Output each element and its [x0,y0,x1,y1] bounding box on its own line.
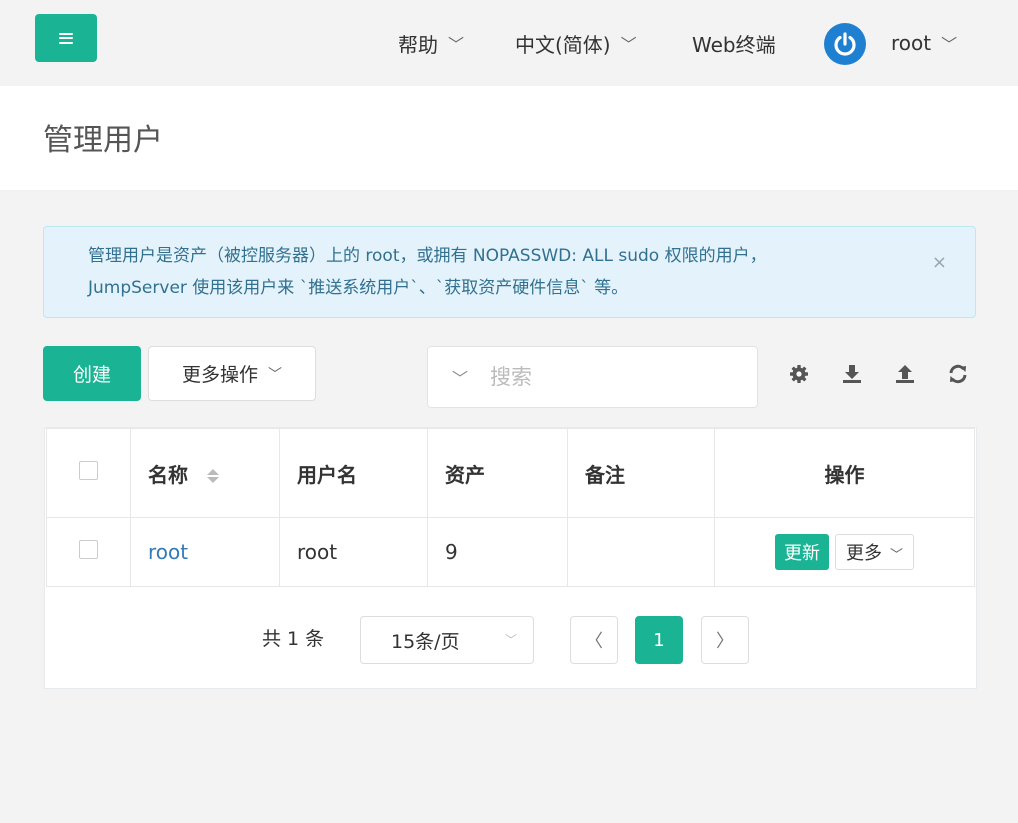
download-icon[interactable] [838,360,866,388]
chevron-down-icon: ﹀ [268,366,282,383]
update-button[interactable]: 更新 [774,534,829,570]
header-username: 用户名 [279,428,428,518]
gear-icon[interactable] [785,360,813,388]
help-label: 帮助 [398,32,438,57]
create-button[interactable]: 创建 [43,346,141,401]
table-tools [785,360,972,388]
cell-username: root [279,517,428,587]
info-alert: 管理用户是资产（被控服务器）上的 root，或拥有 NOPASSWD: ALL … [43,226,976,318]
web-terminal-label: Web终端 [692,32,776,57]
chevron-left-icon: 〈 [585,631,603,652]
web-terminal-link[interactable]: Web终端 [692,0,776,86]
page-title: 管理用户 [43,123,163,158]
power-icon [834,32,856,56]
hamburger-icon [59,32,73,44]
row-checkbox-cell [46,517,131,587]
table-row: root root 9 更新 更多 ﹀ [46,517,975,587]
total-count: 共 1 条 [262,628,325,650]
current-page-button[interactable]: 1 [635,616,683,664]
table-header-row: 名称 用户名 资产 备注 操作 [46,428,975,518]
search-input[interactable] [488,364,732,390]
avatar[interactable] [824,23,866,65]
prev-page-button[interactable]: 〈 [570,616,618,664]
header-checkbox-cell [46,428,131,518]
header-assets: 资产 [427,428,568,518]
page-size-select[interactable]: 15条/页 ﹀ [360,616,534,664]
row-more-button[interactable]: 更多 ﹀ [834,534,914,570]
search-box[interactable]: ﹀ [427,346,758,408]
refresh-icon[interactable] [944,360,972,388]
row-more-label: 更多 [845,543,882,564]
chevron-down-icon: ﹀ [941,35,958,54]
user-menu[interactable]: root ﹀ [891,0,957,86]
chevron-down-icon[interactable]: ﹀ [442,365,478,389]
user-name-link[interactable]: root [148,540,188,564]
upload-icon[interactable] [891,360,919,388]
cell-comment [567,517,715,587]
cell-assets: 9 [427,517,568,587]
alert-text-line1: 管理用户是资产（被控服务器）上的 root，或拥有 NOPASSWD: ALL … [88,246,767,266]
more-actions-label: 更多操作 [181,364,258,386]
row-checkbox[interactable] [79,540,98,559]
language-label: 中文(简体) [515,32,611,57]
next-page-button[interactable]: 〉 [701,616,749,664]
close-icon[interactable]: × [932,247,947,279]
page-size-value: 15条/页 [391,630,460,653]
cell-name: root [130,517,280,587]
language-menu[interactable]: 中文(简体) ﹀ [515,0,637,86]
header-name[interactable]: 名称 [130,428,280,518]
chevron-down-icon: ﹀ [620,35,637,54]
more-actions-button[interactable]: 更多操作 ﹀ [148,346,316,401]
header-comment: 备注 [567,428,715,518]
alert-text-line2: JumpServer 使用该用户来 `推送系统用户`、`获取资产硬件信息` 等。 [88,278,629,298]
header-name-label: 名称 [148,462,188,487]
chevron-down-icon: ﹀ [889,548,903,563]
menu-toggle-button[interactable] [35,14,97,62]
help-menu[interactable]: 帮助 ﹀ [398,0,464,86]
page-header: 管理用户 [0,86,1018,190]
chevron-down-icon: ﹀ [448,35,465,54]
top-navbar: 帮助 ﹀ 中文(简体) ﹀ Web终端 root ﹀ [0,0,1018,86]
admin-users-table: 名称 用户名 资产 备注 操作 root root 9 更新 更多 ﹀ [46,428,975,587]
chevron-right-icon: 〉 [716,631,734,652]
chevron-down-icon: ﹀ [504,633,517,647]
sort-icon[interactable] [206,469,219,483]
select-all-checkbox[interactable] [79,461,98,480]
header-actions: 操作 [714,428,975,518]
user-name: root [891,31,932,55]
cell-actions: 更新 更多 ﹀ [714,517,975,587]
